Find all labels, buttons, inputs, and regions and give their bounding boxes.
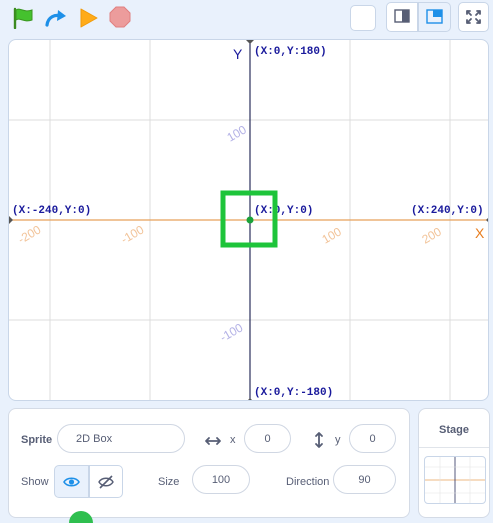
stage-panel-title: Stage <box>439 424 469 436</box>
y-tick-100: 100 <box>225 122 250 144</box>
sprite-name-field[interactable]: 2D Box <box>57 424 185 453</box>
y-axis-title: Y <box>233 46 243 62</box>
stage-canvas[interactable]: Y X -200 -100 100 200 100 -100 (X:0,Y:18… <box>8 39 489 401</box>
coord-label-bottom: (X:0,Y:-180) <box>254 387 333 399</box>
eye-slash-icon <box>98 475 114 489</box>
coord-label-left: (X:-240,Y:0) <box>12 205 91 217</box>
x-tick-neg200: -200 <box>16 222 44 246</box>
stage-toolbar <box>0 0 493 38</box>
layout-toggle-group <box>386 0 451 34</box>
y-label: y <box>335 434 341 446</box>
coord-label-center: (X:0,Y:0) <box>254 205 313 217</box>
x-position-field[interactable]: 0 <box>244 424 291 453</box>
y-axis-bottom-arrow <box>248 398 252 400</box>
blank-toolbar-button[interactable] <box>350 5 376 31</box>
x-axis-left-arrow <box>9 216 13 224</box>
sprite-info-panel: Sprite 2D Box x 0 y 0 Show Size 100 Dire… <box>8 408 410 523</box>
fullscreen-icon <box>466 10 481 24</box>
coord-label-top: (X:0,Y:180) <box>254 46 327 58</box>
sprite-center-dot <box>246 216 254 224</box>
green-flag-icon[interactable] <box>12 7 36 29</box>
normal-stage-button[interactable] <box>418 2 451 32</box>
stop-icon[interactable] <box>109 6 131 28</box>
x-tick-100: 100 <box>320 224 345 246</box>
x-tick-200: 200 <box>420 224 445 246</box>
show-hidden-button[interactable] <box>89 465 123 498</box>
fullscreen-button[interactable] <box>458 2 489 32</box>
direction-field[interactable]: 90 <box>333 465 396 494</box>
x-tick-neg100: -100 <box>119 222 147 246</box>
sprite-label: Sprite <box>21 434 53 446</box>
normal-stage-icon <box>426 9 443 24</box>
play-icon[interactable] <box>79 7 99 29</box>
y-tick-neg100: -100 <box>218 320 246 344</box>
show-label: Show <box>21 476 49 488</box>
vertical-arrows-icon <box>315 432 323 448</box>
size-label: Size <box>158 476 180 488</box>
stage-thumbnail-grid <box>425 457 485 503</box>
eye-icon <box>63 477 80 487</box>
redo-arrow-icon[interactable] <box>44 8 68 28</box>
coord-label-right: (X:240,Y:0) <box>411 205 484 217</box>
horizontal-arrows-icon <box>205 437 221 445</box>
x-axis-title: X <box>475 225 485 241</box>
x-axis-right-arrow <box>486 218 488 222</box>
y-position-field[interactable]: 0 <box>349 424 396 453</box>
stage-grid: Y X -200 -100 100 200 100 -100 (X:0,Y:18… <box>9 40 488 400</box>
size-field[interactable]: 100 <box>192 465 250 494</box>
stage-title-divider <box>419 447 489 448</box>
stage-thumbnail[interactable] <box>424 456 486 504</box>
direction-label: Direction <box>286 476 330 488</box>
stage-selector-panel[interactable]: Stage <box>418 408 490 518</box>
small-stage-button[interactable] <box>386 2 418 32</box>
small-stage-icon <box>394 9 410 23</box>
x-label: x <box>230 434 236 446</box>
show-visible-button[interactable] <box>54 465 89 498</box>
y-axis-top-arrow <box>246 40 254 44</box>
